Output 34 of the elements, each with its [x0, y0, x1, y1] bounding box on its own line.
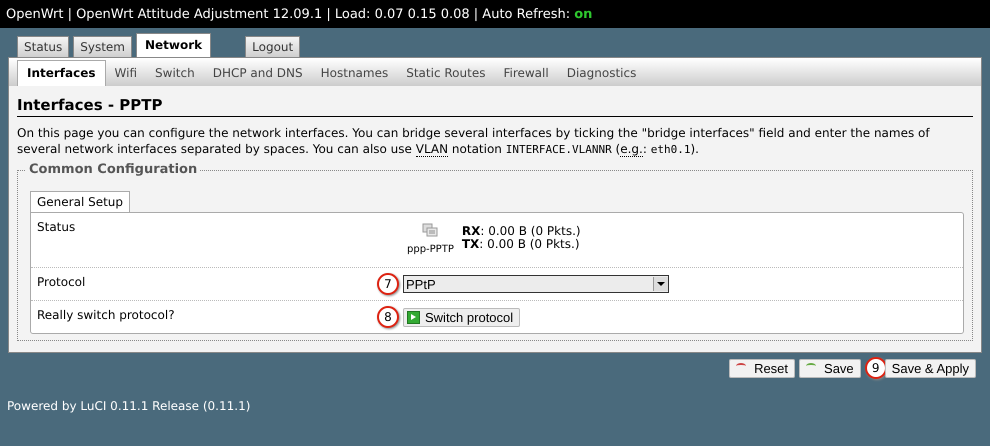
save-button[interactable]: Save	[799, 358, 861, 378]
header-title: OpenWrt | OpenWrt Attitude Adjustment 12.09.1 | Load: 0.07 0.15 0.08 | Auto Refresh: on	[6, 6, 592, 22]
number-badge: 7	[377, 273, 399, 295]
sub-tab[interactable]: Hostnames	[312, 61, 398, 86]
sub-tab[interactable]: Wifi	[106, 61, 146, 86]
protocol-dropdown[interactable]: PPtP	[403, 275, 669, 293]
network-device-icon	[422, 223, 438, 239]
reset-button[interactable]: Reset	[729, 358, 796, 378]
sub-tab[interactable]: DHCP and DNS	[204, 61, 312, 86]
switch-protocol-button[interactable]: Switch protocol	[403, 308, 520, 326]
nav-tab[interactable]: Logout	[245, 36, 300, 57]
number-badge: 9	[864, 357, 887, 379]
section-tab[interactable]: General Setup	[30, 191, 130, 212]
field-label: Status	[37, 219, 76, 236]
save-apply-button[interactable]: Save & Apply	[884, 358, 976, 378]
page-title: Interfaces - PPTP	[17, 96, 973, 117]
sub-tab[interactable]: Diagnostics	[558, 61, 646, 86]
sub-tab[interactable]: Switch	[146, 61, 204, 86]
number-badge: 8	[377, 306, 399, 328]
nav-tab[interactable]: Network	[136, 33, 212, 57]
description-text: On this page you can configure the network interfaces. You can bridge several interfaces by ticking the "bridge interfaces" field and enter the names of several network interfaces separated by spaces. You can also use VLAN notation INTERFACE.VLANNR (e.g.: eth0.1).	[17, 125, 931, 158]
traffic-text: RX: 0.00 B (0 Pkts.)	[462, 225, 581, 238]
play-icon	[407, 310, 420, 324]
sub-tab[interactable]: Static Routes	[397, 61, 494, 86]
field-label: Protocol	[37, 274, 86, 291]
sub-tab[interactable]: Interfaces	[17, 60, 106, 86]
traffic-text: TX: 0.00 B (0 Pkts.)	[462, 238, 581, 251]
section-legend: Common Configuration	[26, 162, 200, 177]
field-label: Really switch protocol?	[37, 307, 176, 324]
nav-tab[interactable]: System	[73, 36, 132, 57]
device-name: ppp-PPTP	[407, 244, 454, 255]
nav-tab[interactable]: Status	[17, 36, 70, 57]
sub-tab[interactable]: Firewall	[494, 61, 558, 86]
footer-text: Powered by LuCI 0.11.1 Release (0.11.1)	[6, 398, 252, 413]
